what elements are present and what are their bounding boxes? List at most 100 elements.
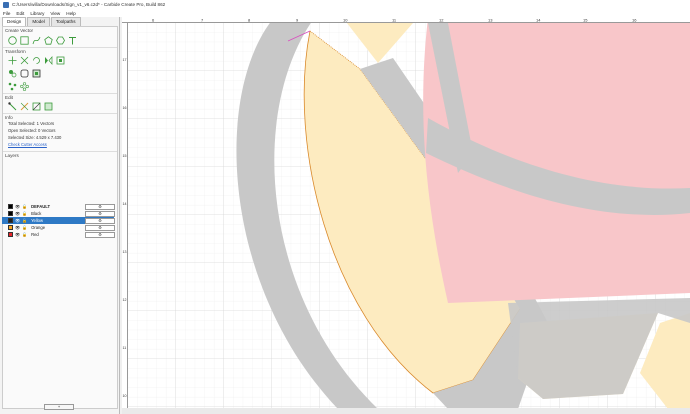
hexagon-tool-icon[interactable]	[56, 36, 65, 45]
menu-edit[interactable]: Edit	[16, 11, 24, 16]
layer-color-swatch[interactable]	[8, 232, 13, 237]
section-edit: Edit	[3, 93, 117, 100]
mirror-tool-icon[interactable]	[44, 56, 53, 65]
layer-name: Black	[31, 211, 42, 216]
boolean-tool-icon[interactable]	[44, 102, 53, 111]
layer-row-default[interactable]: 👁 🔓 DEFAULT ⚙	[2, 203, 115, 210]
eye-icon[interactable]: 👁	[15, 225, 20, 230]
fillet-tool-icon[interactable]	[20, 69, 29, 78]
mode-tabs: Design Model Toolpaths	[0, 17, 119, 26]
canvas-artwork[interactable]	[128, 23, 690, 409]
lock-icon[interactable]: 🔓	[22, 225, 27, 230]
eye-icon[interactable]: 👁	[15, 232, 20, 237]
ruler-label: 15	[583, 18, 588, 23]
ruler-label: 13	[123, 250, 127, 254]
offset-tool-icon[interactable]	[32, 69, 41, 78]
lock-icon[interactable]: 🔓	[22, 211, 27, 216]
lock-icon[interactable]: 🔓	[22, 232, 27, 237]
ruler-label: 14	[123, 202, 127, 206]
info-open-selected: Open Selected: 0 Vectors	[8, 128, 56, 133]
tab-model[interactable]: Model	[27, 17, 50, 26]
ruler-label: 8	[248, 18, 251, 23]
tab-toolpaths[interactable]: Toolpaths	[50, 17, 81, 26]
add-layer-button[interactable]: +	[44, 404, 74, 410]
node-edit-icon[interactable]	[8, 82, 17, 91]
layer-color-swatch[interactable]	[8, 211, 13, 216]
ruler-label: 14	[536, 18, 541, 23]
layer-settings-button[interactable]: ⚙	[85, 217, 115, 224]
layer-settings-button[interactable]: ⚙	[85, 231, 115, 238]
transform-tools-row2	[3, 67, 117, 80]
circle-tool-icon[interactable]	[8, 36, 17, 45]
trim-tool-icon[interactable]	[20, 102, 29, 111]
edit-tools	[3, 100, 117, 113]
menu-view[interactable]: View	[50, 11, 60, 16]
join-tool-icon[interactable]	[32, 102, 41, 111]
layer-color-swatch[interactable]	[8, 204, 13, 209]
ruler-label: 7	[201, 18, 204, 23]
ruler-label: 11	[392, 18, 397, 23]
title-bar: C:/Users/willa/Downloads/Sign_v1_v6.c2d*…	[0, 0, 690, 9]
layer-settings-button[interactable]: ⚙	[85, 224, 115, 231]
layer-row-red[interactable]: 👁 🔓 Red ⚙	[2, 231, 115, 238]
info-total-selected: Total Selected: 1 Vectors	[8, 121, 55, 126]
rectangle-tool-icon[interactable]	[20, 36, 29, 45]
scale-tool-icon[interactable]	[20, 56, 29, 65]
ruler-label: 10	[123, 394, 127, 398]
lock-icon[interactable]: 🔓	[22, 204, 27, 209]
menu-file[interactable]: File	[3, 11, 10, 16]
ruler-label: 11	[123, 346, 127, 350]
ruler-label: 16	[123, 106, 127, 110]
layer-name: Red	[31, 232, 39, 237]
ruler-label: 10	[343, 18, 348, 23]
app-icon	[3, 1, 9, 8]
layer-name: Yellow	[31, 218, 44, 223]
check-cutter-access-link[interactable]: Check Cutter Access	[3, 141, 117, 148]
menu-help[interactable]: Help	[66, 11, 75, 16]
eye-off-icon[interactable]: 👁	[15, 211, 20, 216]
section-layers: Layers	[3, 151, 117, 158]
transform-tools-row3	[3, 80, 117, 93]
layer-name: Orange	[31, 225, 46, 230]
eye-icon[interactable]: 👁	[15, 218, 20, 223]
transform-tools-row1	[3, 54, 117, 67]
polygon-tool-icon[interactable]	[44, 36, 53, 45]
layer-settings-button[interactable]: ⚙	[85, 203, 115, 210]
layer-row-orange[interactable]: 👁 🔓 Orange ⚙	[2, 224, 115, 231]
ruler-label: 12	[123, 298, 127, 302]
layer-settings-button[interactable]: ⚙	[85, 210, 115, 217]
section-transform: Transform	[3, 47, 117, 54]
array-tool-icon[interactable]	[20, 82, 29, 91]
align-tool-icon[interactable]	[56, 56, 65, 65]
design-canvas[interactable]	[128, 23, 690, 409]
curve-tool-icon[interactable]	[32, 36, 41, 45]
menu-bar: File Edit Library View Help	[0, 9, 690, 17]
lock-icon[interactable]: 🔓	[22, 218, 27, 223]
tab-design[interactable]: Design	[2, 17, 27, 26]
status-bar	[122, 408, 690, 414]
rotate-tool-icon[interactable]	[32, 56, 41, 65]
text-tool-icon[interactable]	[68, 36, 77, 45]
ruler-label: 12	[439, 18, 444, 23]
layer-row-black[interactable]: 👁 🔓 Black ⚙	[2, 210, 115, 217]
window-title: C:/Users/willa/Downloads/Sign_v1_v6.c2d*…	[12, 2, 166, 7]
ruler-label: 13	[488, 18, 493, 23]
layer-color-swatch[interactable]	[8, 218, 13, 223]
ruler-label: 17	[123, 58, 127, 62]
layer-name: DEFAULT	[31, 204, 51, 209]
layer-row-yellow[interactable]: 👁 🔓 Yellow ⚙	[2, 217, 115, 224]
move-tool-icon[interactable]	[8, 56, 17, 65]
layer-list: 👁 🔓 DEFAULT ⚙ 👁 🔓 Black ⚙ 👁 🔓 Yellow ⚙ 👁…	[2, 203, 115, 238]
ruler-label: 15	[123, 154, 127, 158]
left-panel: Design Model Toolpaths Create Vector Tra…	[0, 17, 120, 414]
edit-nodes-icon[interactable]	[8, 102, 17, 111]
ruler-label: 16	[632, 18, 637, 23]
ruler-label: 9	[296, 18, 299, 23]
section-create-vector: Create Vector	[5, 28, 34, 33]
group-tool-icon[interactable]	[8, 69, 17, 78]
eye-icon[interactable]: 👁	[15, 204, 20, 209]
info-selected-size: Selected Size: 4.529 x 7.430	[8, 135, 62, 140]
layer-color-swatch[interactable]	[8, 225, 13, 230]
menu-library[interactable]: Library	[30, 11, 44, 16]
ruler-label: 6	[152, 18, 155, 23]
